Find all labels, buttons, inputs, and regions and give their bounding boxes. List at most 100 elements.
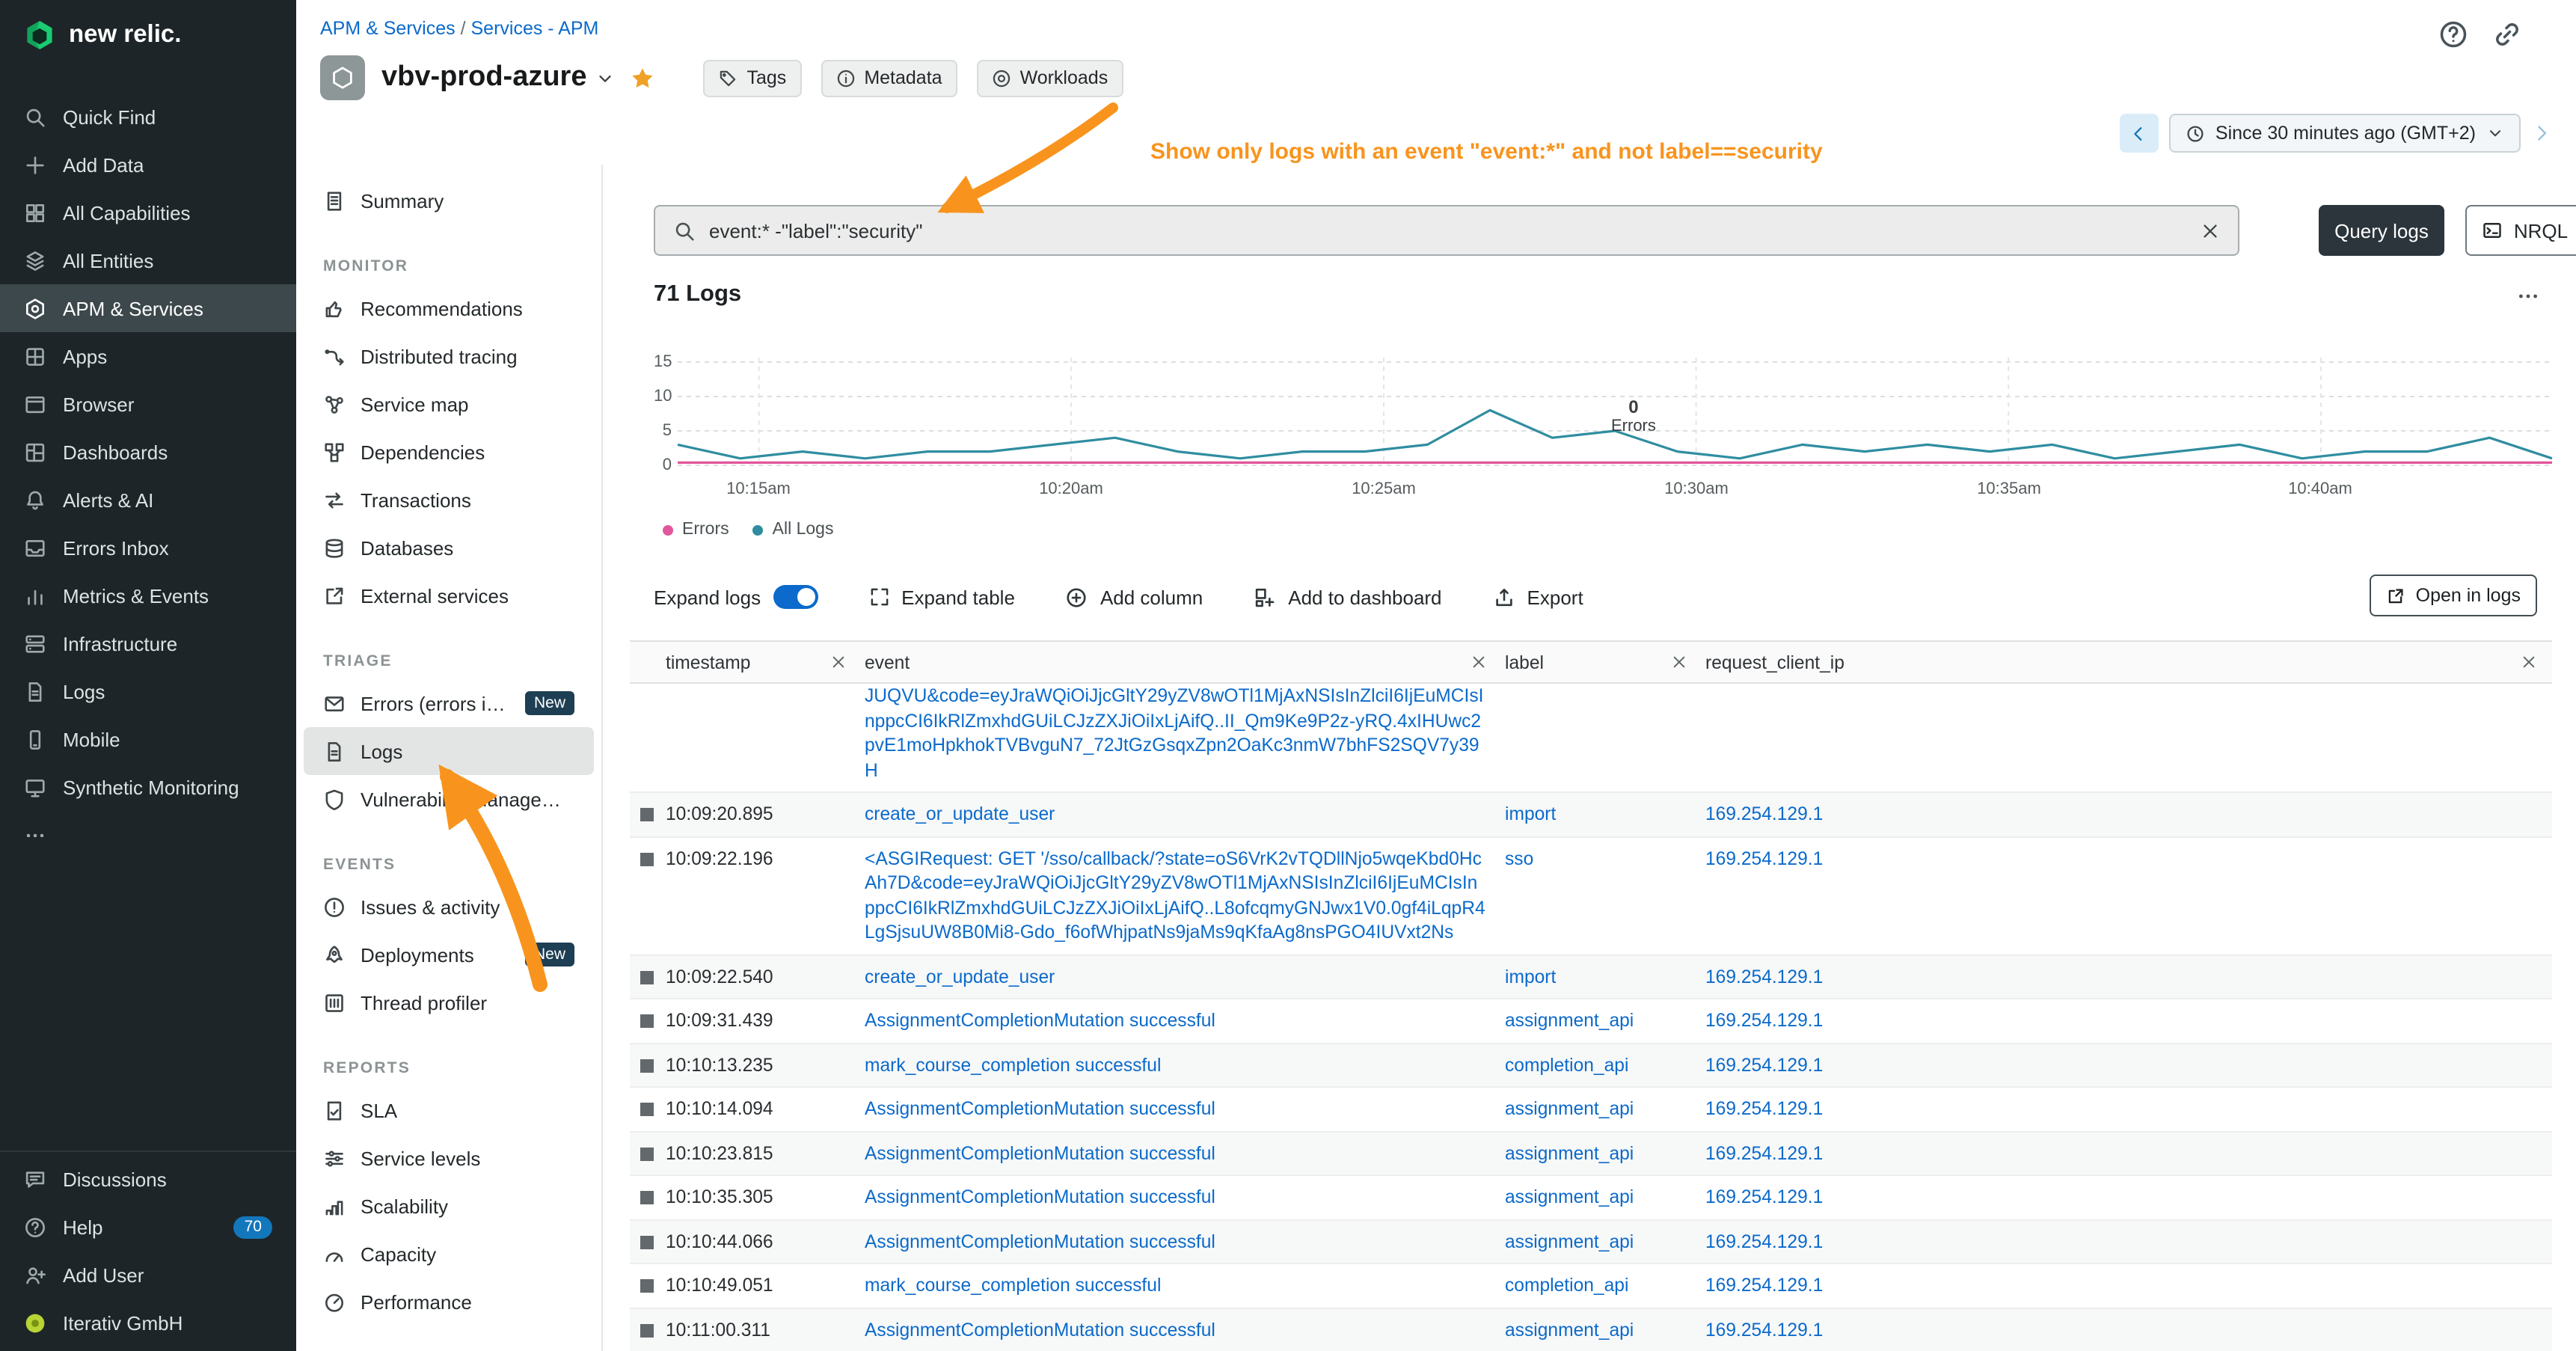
breadcrumb-services-apm[interactable]: Services - APM [471, 18, 599, 39]
breadcrumb-apm-services[interactable]: APM & Services [320, 18, 456, 39]
sidebar-item-apps[interactable]: Apps [0, 332, 296, 380]
cell-label[interactable]: completion_api [1502, 1264, 1702, 1307]
cell-request-client-ip[interactable] [1702, 684, 2552, 791]
sidebar-item-apm-services[interactable]: APM & Services [0, 284, 296, 332]
expand-table-button[interactable]: Expand table [868, 586, 1015, 608]
remove-timestamp-column-icon[interactable] [830, 654, 847, 670]
sidebar-item-add-data[interactable]: Add Data [0, 141, 296, 189]
subnav-item-deployments[interactable]: DeploymentsNew [304, 931, 594, 978]
subnav-item-capacity[interactable]: Capacity [304, 1230, 594, 1278]
entity-dropdown-icon[interactable] [596, 68, 616, 88]
subnav-item-logs[interactable]: Logs [304, 727, 594, 775]
sidebar-footer-item-add-user[interactable]: Add User [0, 1251, 296, 1299]
favorite-star-icon[interactable] [631, 65, 656, 91]
log-query-input[interactable] [709, 219, 2187, 242]
subnav-item-service-levels[interactable]: Service levels [304, 1134, 594, 1182]
sidebar-item-infrastructure[interactable]: Infrastructure [0, 619, 296, 667]
sidebar-footer-item-help[interactable]: Help70 [0, 1203, 296, 1251]
table-row[interactable]: 10:10:13.235mark_course_completion succe… [630, 1044, 2552, 1088]
time-range-selector[interactable]: Since 30 minutes ago (GMT+2) [2169, 114, 2521, 153]
permalink-icon[interactable] [2492, 19, 2522, 49]
subnav-item-scalability[interactable]: Scalability [304, 1182, 594, 1230]
cell-request-client-ip[interactable]: 169.254.129.1 [1702, 1264, 2552, 1307]
cell-event[interactable]: mark_course_completion successful [862, 1264, 1502, 1307]
nrql-button[interactable]: NRQL [2465, 205, 2576, 256]
legend-errors[interactable]: Errors [663, 521, 729, 539]
remove-label-column-icon[interactable] [1671, 654, 1687, 670]
legend-all-logs[interactable]: All Logs [753, 521, 834, 539]
table-row[interactable]: 10:10:35.305AssignmentCompletionMutation… [630, 1176, 2552, 1220]
table-row[interactable]: 10:10:44.066AssignmentCompletionMutation… [630, 1220, 2552, 1264]
subnav-item-performance[interactable]: Performance [304, 1278, 594, 1326]
cell-request-client-ip[interactable]: 169.254.129.1 [1702, 793, 2552, 836]
cell-event[interactable]: AssignmentCompletionMutation successful [862, 1176, 1502, 1219]
cell-event[interactable]: AssignmentCompletionMutation successful [862, 1308, 1502, 1351]
cell-label[interactable]: import [1502, 793, 1702, 836]
subnav-item-thread-profiler[interactable]: Thread profiler [304, 978, 594, 1026]
cell-request-client-ip[interactable]: 169.254.129.1 [1702, 1220, 2552, 1263]
subnav-item-databases[interactable]: Databases [304, 524, 594, 572]
row-checkbox[interactable] [640, 1147, 654, 1160]
sidebar-footer-item-iterativ-gmbh[interactable]: Iterativ GmbH [0, 1299, 296, 1347]
cell-label[interactable]: assignment_api [1502, 1132, 1702, 1174]
subnav-item-vulnerability-management[interactable]: Vulnerability Management [304, 775, 594, 823]
table-row[interactable]: 10:10:23.815AssignmentCompletionMutation… [630, 1132, 2552, 1176]
sidebar-item-alerts-ai[interactable]: Alerts & AI [0, 476, 296, 524]
sidebar-item-all-entities[interactable]: All Entities [0, 236, 296, 284]
cell-event[interactable]: AssignmentCompletionMutation successful [862, 1088, 1502, 1130]
cell-event[interactable]: create_or_update_user [862, 793, 1502, 836]
sidebar-item-metrics-events[interactable]: Metrics & Events [0, 572, 296, 619]
cell-request-client-ip[interactable]: 169.254.129.1 [1702, 999, 2552, 1042]
subnav-item-sla[interactable]: SLA [304, 1086, 594, 1134]
table-row[interactable]: 10:09:22.540create_or_update_userimport1… [630, 955, 2552, 999]
row-checkbox[interactable] [640, 1191, 654, 1204]
cell-request-client-ip[interactable]: 169.254.129.1 [1702, 1308, 2552, 1351]
cell-label[interactable]: sso [1502, 837, 1702, 954]
cell-label[interactable]: completion_api [1502, 1044, 1702, 1086]
sidebar-item-quick-find[interactable]: Quick Find [0, 93, 296, 141]
cell-label[interactable]: assignment_api [1502, 1308, 1702, 1351]
cell-event[interactable]: mark_course_completion successful [862, 1044, 1502, 1086]
row-checkbox[interactable] [640, 1235, 654, 1249]
time-forward-button[interactable] [2531, 123, 2552, 144]
subnav-item-dependencies[interactable]: Dependencies [304, 428, 594, 476]
new-relic-logo[interactable]: new relic. [0, 0, 296, 70]
cell-event[interactable]: AssignmentCompletionMutation successful [862, 999, 1502, 1042]
cell-label[interactable]: assignment_api [1502, 1176, 1702, 1219]
help-icon[interactable] [2438, 19, 2468, 49]
row-checkbox[interactable] [640, 1103, 654, 1116]
cell-label[interactable] [1502, 684, 1702, 791]
metadata-button[interactable]: Metadata [821, 59, 957, 96]
table-row[interactable]: 10:10:14.094AssignmentCompletionMutation… [630, 1088, 2552, 1132]
query-logs-button[interactable]: Query logs [2319, 205, 2444, 256]
cell-request-client-ip[interactable]: 169.254.129.1 [1702, 1176, 2552, 1219]
tags-button[interactable]: Tags [704, 59, 802, 96]
add-column-button[interactable]: Add column [1066, 586, 1203, 608]
subnav-item-recommendations[interactable]: Recommendations [304, 284, 594, 332]
sidebar-footer-item-discussions[interactable]: Discussions [0, 1155, 296, 1203]
add-to-dashboard-button[interactable]: Add to dashboard [1254, 586, 1441, 608]
cell-event[interactable]: create_or_update_user [862, 955, 1502, 998]
table-row[interactable]: 10:09:31.439AssignmentCompletionMutation… [630, 999, 2552, 1044]
subnav-item-distributed-tracing[interactable]: Distributed tracing [304, 332, 594, 380]
row-checkbox[interactable] [640, 808, 654, 821]
sidebar-item-errors-inbox[interactable]: Errors Inbox [0, 524, 296, 572]
cell-event[interactable]: AssignmentCompletionMutation successful [862, 1132, 1502, 1174]
sidebar-item-logs[interactable]: Logs [0, 667, 296, 715]
remove-event-column-icon[interactable] [1471, 654, 1487, 670]
row-checkbox[interactable] [640, 1014, 654, 1028]
cell-request-client-ip[interactable]: 169.254.129.1 [1702, 1044, 2552, 1086]
cell-event[interactable]: AssignmentCompletionMutation successful [862, 1220, 1502, 1263]
cell-label[interactable]: import [1502, 955, 1702, 998]
subnav-item-service-map[interactable]: Service map [304, 380, 594, 428]
table-row[interactable]: JUQVU&code=eyJraWQiOiJjcGltY29yZV8wOTl1M… [630, 684, 2552, 793]
more-options-icon[interactable] [2516, 284, 2540, 308]
expand-logs-control[interactable]: Expand logs [654, 585, 818, 609]
cell-request-client-ip[interactable]: 169.254.129.1 [1702, 1132, 2552, 1174]
row-checkbox[interactable] [640, 1059, 654, 1072]
workloads-button[interactable]: Workloads [977, 59, 1123, 96]
cell-request-client-ip[interactable]: 169.254.129.1 [1702, 1088, 2552, 1130]
cell-event[interactable]: <ASGIRequest: GET '/sso/callback/?state=… [862, 837, 1502, 954]
subnav-item-issues-activity[interactable]: Issues & activity [304, 883, 594, 931]
subnav-item-external-services[interactable]: External services [304, 572, 594, 619]
